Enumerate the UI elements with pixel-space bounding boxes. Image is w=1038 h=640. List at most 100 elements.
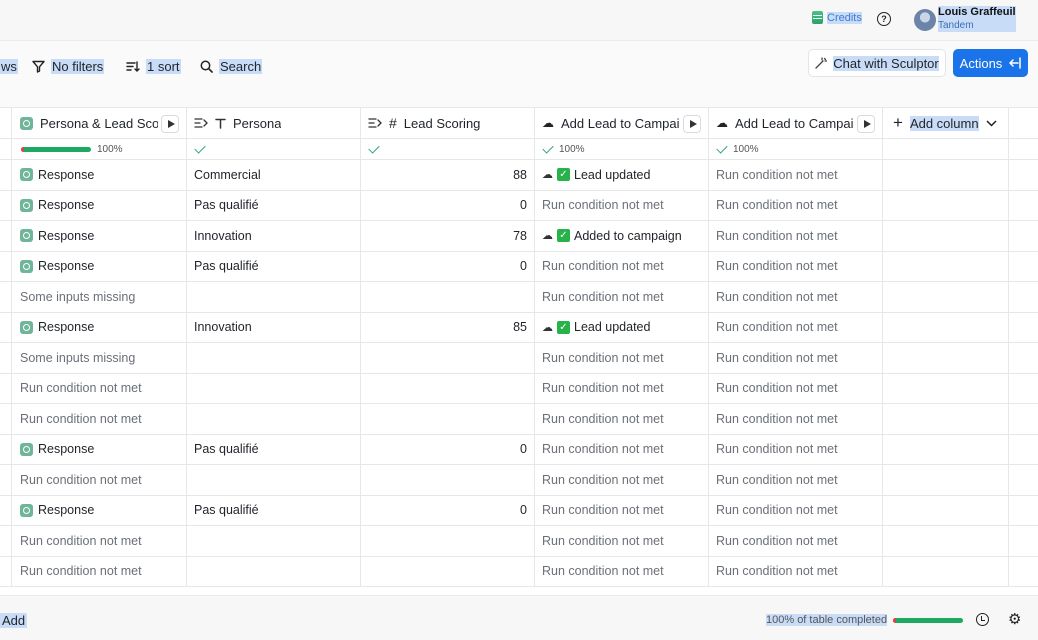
add-row-button[interactable]: Add (0, 613, 28, 628)
table-cell-c6[interactable] (883, 343, 1009, 373)
table-cell-c5[interactable]: Run condition not met (709, 251, 883, 281)
column-header-add-lead-campaign-1[interactable]: ☁ Add Lead to Campaign (535, 108, 709, 138)
run-column-button[interactable] (161, 115, 179, 133)
table-cell-c4[interactable]: Run condition not met (535, 282, 709, 312)
table-cell-c1[interactable]: Run condition not met (13, 373, 187, 403)
table-cell-c1[interactable]: Some inputs missing (13, 282, 187, 312)
table-cell-c5[interactable]: Run condition not met (709, 343, 883, 373)
table-cell-c6[interactable] (883, 495, 1009, 525)
table-cell-c3[interactable] (361, 404, 535, 434)
table-cell-c6[interactable] (883, 526, 1009, 556)
table-cell-c5[interactable]: Run condition not met (709, 556, 883, 586)
table-cell-c5[interactable]: Run condition not met (709, 221, 883, 251)
column-header-persona-lead-scoring[interactable]: Persona & Lead Scoring (13, 108, 187, 138)
chat-sculptor-button[interactable]: Chat with Sculptor (808, 49, 946, 77)
table-row[interactable]: Response Pas qualifié 0 Run condition not m… (0, 190, 1038, 221)
table-cell-c1[interactable]: Run condition not met (13, 465, 187, 495)
table-cell-c6[interactable] (883, 312, 1009, 342)
table-cell-c2[interactable]: Innovation (187, 221, 361, 251)
table-cell-c5[interactable]: Run condition not met (709, 160, 883, 190)
table-cell-c5[interactable]: Run condition not met (709, 465, 883, 495)
add-column-button[interactable]: + Add column (883, 108, 1009, 138)
table-cell-c4[interactable]: Run condition not met (535, 434, 709, 464)
table-cell-c2[interactable] (187, 465, 361, 495)
table-cell-c1[interactable]: Response (13, 221, 187, 251)
table-row[interactable]: Response Pas qualifié 0 Run condition not m… (0, 495, 1038, 526)
table-cell-c3[interactable] (361, 465, 535, 495)
table-cell-c5[interactable]: Run condition not met (709, 495, 883, 525)
table-cell-c3[interactable] (361, 526, 535, 556)
column-header-add-lead-campaign-2[interactable]: ☁ Add Lead to Campaign (709, 108, 883, 138)
table-cell-c5[interactable]: Run condition not met (709, 282, 883, 312)
table-cell-c1[interactable]: Run condition not met (13, 404, 187, 434)
table-row[interactable]: Response Innovation 85 ☁ ✓ Lead updated Run co… (0, 312, 1038, 343)
user-menu[interactable]: Louis Graffeuil Tandem (938, 6, 1016, 32)
table-cell-c3[interactable] (361, 343, 535, 373)
views-button[interactable]: ws (0, 56, 18, 76)
table-cell-c4[interactable]: Run condition not met (535, 190, 709, 220)
table-cell-c3[interactable]: 85 (361, 312, 535, 342)
table-cell-c2[interactable]: Pas qualifié (187, 434, 361, 464)
table-cell-c1[interactable]: Response (13, 160, 187, 190)
table-cell-c2[interactable]: Pas qualifié (187, 495, 361, 525)
table-cell-c5[interactable]: Run condition not met (709, 434, 883, 464)
table-cell-c3[interactable] (361, 282, 535, 312)
table-cell-c2[interactable]: Pas qualifié (187, 251, 361, 281)
table-cell-c6[interactable] (883, 190, 1009, 220)
table-cell-c1[interactable]: Response (13, 434, 187, 464)
table-cell-c6[interactable] (883, 221, 1009, 251)
credits-link[interactable]: Credits (812, 11, 862, 24)
table-cell-c1[interactable]: Some inputs missing (13, 343, 187, 373)
table-cell-c1[interactable]: Response (13, 251, 187, 281)
table-cell-c2[interactable]: Innovation (187, 312, 361, 342)
avatar[interactable] (914, 9, 936, 31)
table-cell-c5[interactable]: Run condition not met (709, 404, 883, 434)
table-cell-c2[interactable] (187, 373, 361, 403)
table-cell-c4[interactable]: ☁ ✓ Lead updated (535, 160, 709, 190)
table-cell-c1[interactable]: Run condition not met (13, 526, 187, 556)
run-column-button[interactable] (857, 115, 875, 133)
table-cell-c2[interactable]: Pas qualifié (187, 190, 361, 220)
table-row[interactable]: Response Pas qualifié 0 Run condition not m… (0, 251, 1038, 282)
table-cell-c5[interactable]: Run condition not met (709, 373, 883, 403)
filters-button[interactable]: No filters (32, 56, 105, 76)
table-cell-c6[interactable] (883, 434, 1009, 464)
table-cell-c2[interactable]: Commercial (187, 160, 361, 190)
table-cell-c5[interactable]: Run condition not met (709, 190, 883, 220)
table-cell-c4[interactable]: Run condition not met (535, 465, 709, 495)
table-cell-c6[interactable] (883, 404, 1009, 434)
table-cell-c6[interactable] (883, 556, 1009, 586)
table-cell-c2[interactable] (187, 404, 361, 434)
table-cell-c2[interactable] (187, 282, 361, 312)
table-row[interactable]: Run condition not met Run condition not m… (0, 556, 1038, 587)
table-cell-c1[interactable]: Response (13, 312, 187, 342)
column-header-lead-scoring[interactable]: # Lead Scoring (361, 108, 535, 138)
search-button[interactable]: Search (200, 56, 263, 76)
table-cell-c4[interactable]: Run condition not met (535, 343, 709, 373)
table-cell-c4[interactable]: ☁ ✓ Lead updated (535, 312, 709, 342)
table-cell-c3[interactable]: 0 (361, 495, 535, 525)
table-cell-c6[interactable] (883, 373, 1009, 403)
table-row[interactable]: Run condition not met Run condition not m… (0, 373, 1038, 404)
table-row[interactable]: Run condition not met Run condition not m… (0, 526, 1038, 557)
table-cell-c4[interactable]: Run condition not met (535, 526, 709, 556)
table-cell-c1[interactable]: Run condition not met (13, 556, 187, 586)
table-cell-c3[interactable] (361, 556, 535, 586)
history-icon[interactable] (976, 613, 989, 626)
table-row[interactable]: Some inputs missing Run condition not met… (0, 282, 1038, 313)
table-row[interactable]: Response Commercial 88 ☁ ✓ Lead updated Run co… (0, 160, 1038, 191)
table-cell-c2[interactable] (187, 556, 361, 586)
column-header-persona[interactable]: Persona (187, 108, 361, 138)
table-cell-c3[interactable]: 78 (361, 221, 535, 251)
table-cell-c4[interactable]: ☁ ✓ Added to campaign (535, 221, 709, 251)
gear-icon[interactable]: ⚙ (1008, 612, 1021, 627)
table-cell-c6[interactable] (883, 465, 1009, 495)
table-row[interactable]: Run condition not met Run condition not m… (0, 404, 1038, 435)
table-cell-c6[interactable] (883, 160, 1009, 190)
table-cell-c2[interactable] (187, 526, 361, 556)
table-cell-c3[interactable]: 0 (361, 434, 535, 464)
table-cell-c5[interactable]: Run condition not met (709, 312, 883, 342)
table-cell-c3[interactable]: 88 (361, 160, 535, 190)
table-cell-c4[interactable]: Run condition not met (535, 251, 709, 281)
table-row[interactable]: Response Innovation 78 ☁ ✓ Added to campaign R… (0, 221, 1038, 252)
